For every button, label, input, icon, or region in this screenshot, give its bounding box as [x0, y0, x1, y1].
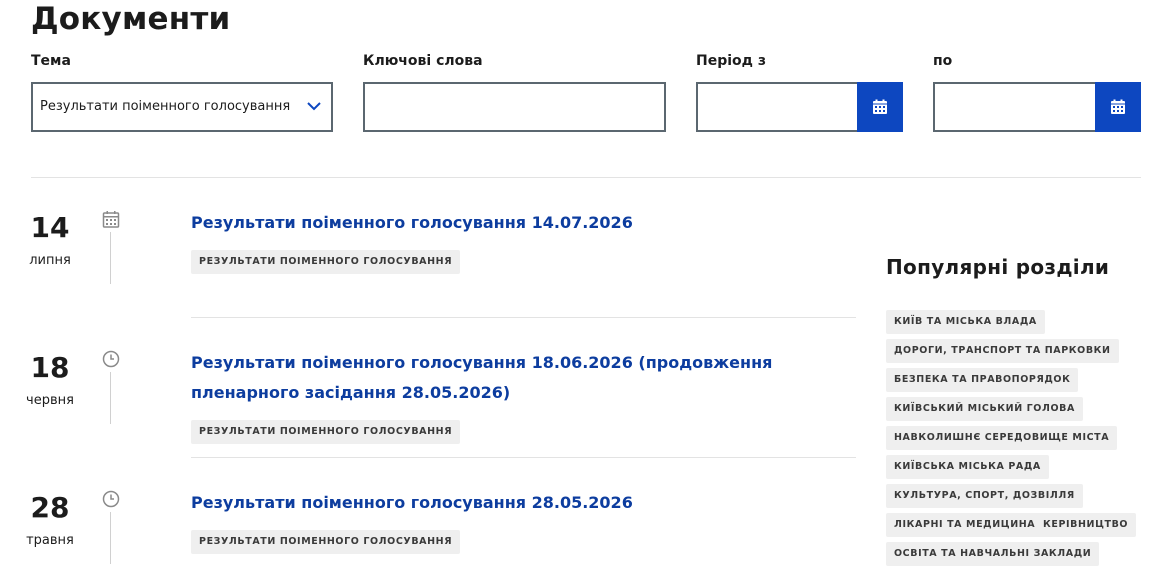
period-from-calendar-button[interactable]: [857, 82, 903, 132]
calendar-icon: [1111, 99, 1125, 114]
popular-sections-title: Популярні розділи: [886, 255, 1110, 279]
calendar-icon: [873, 99, 887, 114]
period-to-calendar-button[interactable]: [1095, 82, 1141, 132]
popular-tag[interactable]: ЛІКАРНІ ТА МЕДИЦИНА: [886, 513, 1044, 537]
period-to-input[interactable]: [935, 84, 1095, 130]
popular-tag[interactable]: КУЛЬТУРА, СПОРТ, ДОЗВІЛЛЯ: [886, 484, 1083, 508]
filters-divider: [31, 177, 1141, 178]
document-title-link[interactable]: Результати поіменного голосування 28.05.…: [191, 488, 851, 518]
document-month: травня: [26, 533, 74, 548]
period-from-label: Період з: [696, 53, 766, 69]
keywords-field[interactable]: [363, 82, 666, 132]
popular-tag[interactable]: КЕРІВНИЦТВО: [1035, 513, 1137, 537]
calendar-icon: [102, 211, 120, 228]
document-day: 14: [30, 211, 70, 244]
document-title-link[interactable]: Результати поіменного голосування 18.06.…: [191, 348, 851, 408]
period-to-field[interactable]: [933, 82, 1141, 132]
keywords-label: Ключові слова: [363, 53, 483, 69]
popular-tag[interactable]: КИЇВСЬКА МІСЬКА РАДА: [886, 455, 1049, 479]
clock-icon: [102, 350, 120, 368]
period-from-input[interactable]: [698, 84, 858, 130]
row-separator: [191, 317, 856, 318]
popular-tag[interactable]: КИЇВ ТА МІСЬКА ВЛАДА: [886, 310, 1045, 334]
topic-select[interactable]: Результати поіменного голосування: [31, 82, 333, 132]
timeline-line: [110, 372, 111, 424]
document-month: червня: [26, 393, 74, 408]
topic-label: Тема: [31, 53, 71, 69]
popular-tag[interactable]: БЕЗПЕКА ТА ПРАВОПОРЯДОК: [886, 368, 1079, 392]
document-day: 28: [30, 491, 70, 524]
popular-tag[interactable]: ДОРОГИ, ТРАНСПОРТ ТА ПАРКОВКИ: [886, 339, 1119, 363]
period-from-field[interactable]: [696, 82, 903, 132]
document-tag[interactable]: РЕЗУЛЬТАТИ ПОІМЕННОГО ГОЛОСУВАННЯ: [191, 530, 461, 554]
popular-tag[interactable]: НАВКОЛИШНЄ СЕРЕДОВИЩЕ МІСТА: [886, 426, 1118, 450]
popular-tag[interactable]: ОСВІТА ТА НАВЧАЛЬНІ ЗАКЛАДИ: [886, 542, 1100, 566]
timeline-line: [110, 232, 111, 284]
document-tag[interactable]: РЕЗУЛЬТАТИ ПОІМЕННОГО ГОЛОСУВАННЯ: [191, 420, 461, 444]
period-to-label: по: [933, 53, 953, 69]
chevron-down-icon: [307, 102, 321, 111]
page-title: Документи: [31, 1, 231, 37]
timeline-line: [110, 512, 111, 564]
document-title-link[interactable]: Результати поіменного голосування 14.07.…: [191, 208, 851, 238]
keywords-input[interactable]: [365, 84, 664, 130]
row-separator: [191, 457, 856, 458]
document-day: 18: [30, 351, 70, 384]
document-tag[interactable]: РЕЗУЛЬТАТИ ПОІМЕННОГО ГОЛОСУВАННЯ: [191, 250, 461, 274]
clock-icon: [102, 490, 120, 508]
topic-select-value: Результати поіменного голосування: [40, 99, 291, 114]
popular-tag[interactable]: КИЇВСЬКИЙ МІСЬКИЙ ГОЛОВА: [886, 397, 1083, 421]
document-month: липня: [29, 253, 71, 268]
